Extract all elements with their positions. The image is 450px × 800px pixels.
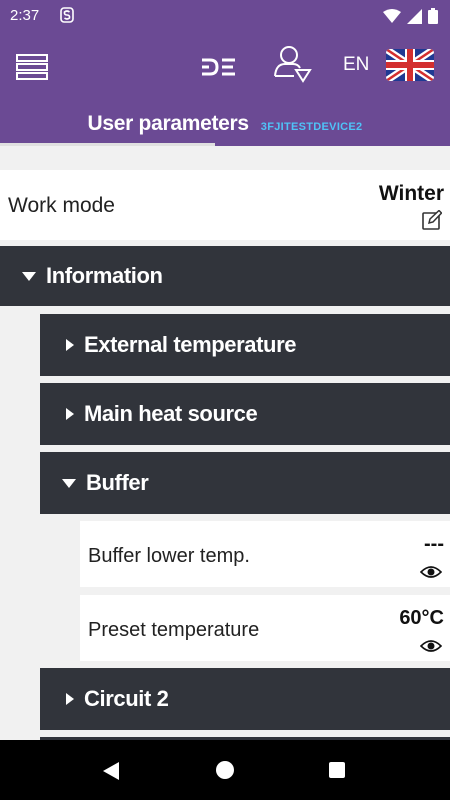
section-buffer[interactable]: Buffer	[40, 452, 450, 514]
param-value: 60°C	[399, 607, 444, 629]
status-time: 2:37	[10, 7, 40, 24]
work-mode-value: Winter	[378, 182, 444, 205]
device-name: 3FJITESTDEVICE2	[260, 121, 363, 133]
section-circuit-2[interactable]: Circuit 2	[40, 668, 450, 730]
signal-icon	[407, 8, 422, 29]
menu-icon[interactable]	[16, 54, 48, 80]
page-title: User parameters	[87, 112, 250, 135]
language-selector[interactable]: EN	[343, 54, 369, 76]
section-main-heat-source[interactable]: Main heat source	[40, 383, 450, 445]
section-external-temperature[interactable]: External temperature	[40, 314, 450, 376]
section-label: Circuit 2	[84, 686, 169, 711]
uk-flag-icon[interactable]	[386, 45, 434, 85]
status-bar: 2:37	[0, 0, 450, 32]
param-preset-temperature: Preset temperature 60°C	[80, 595, 450, 661]
section-label: Information	[46, 263, 163, 288]
s-icon	[60, 7, 74, 28]
user-select-icon[interactable]	[272, 44, 312, 84]
brand-logo-icon[interactable]	[200, 56, 238, 78]
title-row: User parameters 3FJITESTDEVICE2	[0, 112, 450, 136]
wifi-icon	[383, 8, 401, 29]
expanded-arrow-icon	[62, 478, 76, 488]
section-label: Buffer	[86, 470, 149, 495]
app-header: EN User parameters 3FJITESTDEVICE2	[0, 32, 450, 146]
section-label: External temperature	[84, 332, 297, 357]
recent-apps-icon[interactable]	[329, 762, 345, 778]
battery-icon	[428, 8, 438, 29]
tab-indicator	[0, 143, 215, 146]
collapsed-arrow-icon	[66, 408, 74, 420]
param-label: Buffer lower temp.	[88, 545, 250, 567]
work-mode-label: Work mode	[8, 194, 115, 217]
collapsed-arrow-icon	[66, 693, 74, 705]
collapsed-arrow-icon	[66, 339, 74, 351]
edit-icon[interactable]	[422, 209, 443, 230]
home-icon[interactable]	[216, 761, 234, 779]
eye-icon[interactable]	[419, 639, 443, 653]
back-icon[interactable]	[102, 761, 120, 786]
section-label: Main heat source	[84, 401, 258, 426]
param-buffer-lower-temp: Buffer lower temp. ---	[80, 521, 450, 587]
param-label: Preset temperature	[88, 619, 260, 641]
eye-icon[interactable]	[419, 565, 443, 579]
work-mode-row[interactable]: Work mode Winter	[0, 170, 450, 240]
param-value: ---	[424, 533, 444, 555]
expanded-arrow-icon	[22, 271, 36, 281]
system-nav-bar	[0, 740, 450, 800]
section-information[interactable]: Information	[0, 246, 450, 306]
